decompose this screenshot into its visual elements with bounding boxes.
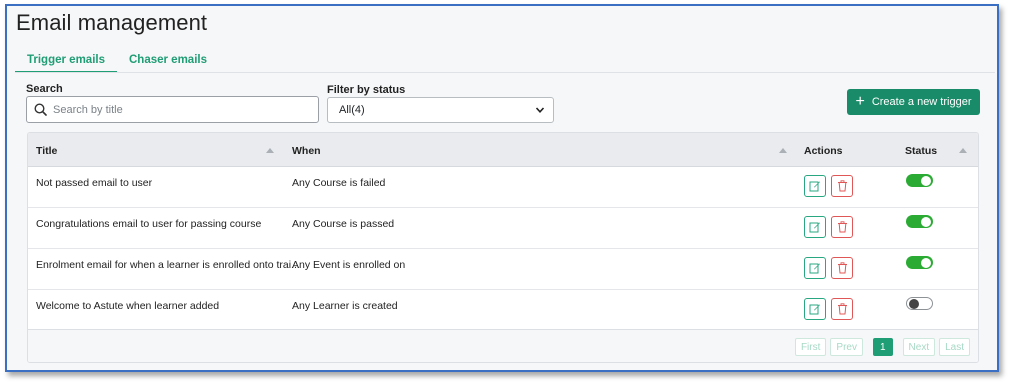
table-row: Welcome to Astute when learner added Any… [28, 290, 978, 331]
search-label: Search [26, 83, 63, 95]
edit-icon [809, 304, 820, 315]
edit-icon [809, 263, 820, 274]
edit-icon [809, 181, 820, 192]
tab-divider [15, 72, 995, 73]
status-toggle[interactable] [906, 174, 933, 187]
page-1-button[interactable]: 1 [872, 338, 893, 356]
row-title: Congratulations email to user for passin… [36, 218, 262, 230]
row-title: Not passed email to user [36, 177, 153, 189]
edit-button[interactable] [804, 257, 826, 279]
create-trigger-label: Create a new trigger [871, 96, 972, 108]
delete-button[interactable] [831, 175, 853, 197]
triggers-table: Title When Actions Status Not passed ema… [27, 132, 979, 363]
prev-page-button[interactable]: Prev [830, 338, 863, 356]
chevron-down-icon [535, 104, 547, 116]
column-header-status[interactable]: Status [905, 145, 937, 157]
column-header-title[interactable]: Title [36, 145, 57, 157]
search-icon [34, 103, 48, 117]
delete-button[interactable] [831, 298, 853, 320]
filter-label: Filter by status [327, 84, 406, 96]
plus-icon: + [855, 93, 865, 110]
table-row: Enrolment email for when a learner is en… [28, 249, 978, 290]
toggle-knob [909, 298, 919, 309]
trash-icon [837, 262, 847, 274]
status-toggle[interactable] [906, 215, 933, 228]
row-when: Any Course is passed [292, 218, 395, 230]
row-title: Enrolment email for when a learner is en… [36, 259, 300, 271]
status-toggle[interactable] [906, 297, 933, 310]
sort-icon[interactable] [266, 148, 274, 153]
toggle-knob [921, 257, 931, 268]
search-box[interactable] [26, 96, 319, 123]
edit-button[interactable] [804, 216, 826, 238]
tab-trigger-emails[interactable]: Trigger emails [15, 52, 117, 73]
sort-icon[interactable] [959, 148, 967, 153]
table-header: Title When Actions Status [28, 133, 978, 167]
filter-selected-value: All(4) [339, 104, 365, 116]
pagination: First Prev 1 Next Last [794, 338, 970, 356]
delete-button[interactable] [831, 257, 853, 279]
delete-button[interactable] [831, 216, 853, 238]
edit-icon [809, 222, 820, 233]
column-header-when[interactable]: When [292, 145, 321, 157]
app-window: Email management Trigger emails Chaser e… [5, 4, 999, 372]
table-footer: First Prev 1 Next Last [28, 329, 978, 362]
trash-icon [837, 303, 847, 315]
trash-icon [837, 180, 847, 192]
row-title: Welcome to Astute when learner added [36, 300, 220, 312]
next-page-button[interactable]: Next [902, 338, 936, 356]
last-page-button[interactable]: Last [939, 338, 970, 356]
sort-icon[interactable] [779, 148, 787, 153]
row-when: Any Course is failed [292, 177, 386, 189]
table-row: Congratulations email to user for passin… [28, 208, 978, 249]
first-page-button[interactable]: First [794, 338, 827, 356]
tab-bar: Trigger emails Chaser emails [15, 52, 219, 73]
row-when: Any Learner is created [292, 300, 398, 312]
tab-chaser-emails[interactable]: Chaser emails [117, 52, 219, 73]
edit-button[interactable] [804, 298, 826, 320]
create-trigger-button[interactable]: + Create a new trigger [847, 89, 980, 115]
search-input[interactable] [53, 103, 313, 116]
column-header-actions: Actions [804, 145, 843, 157]
edit-button[interactable] [804, 175, 826, 197]
status-toggle[interactable] [906, 256, 933, 269]
toggle-knob [921, 175, 931, 186]
toggle-knob [921, 216, 931, 227]
table-row: Not passed email to user Any Course is f… [28, 167, 978, 208]
trash-icon [837, 221, 847, 233]
row-when: Any Event is enrolled on [292, 259, 406, 271]
page-title: Email management [16, 10, 208, 35]
status-filter-select[interactable]: All(4) [327, 97, 554, 123]
